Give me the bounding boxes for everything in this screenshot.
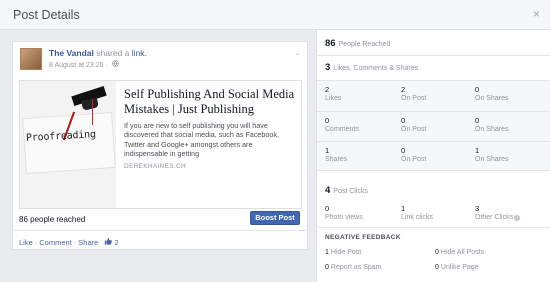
stat-value: 0 [401, 116, 406, 125]
like-link[interactable]: Like [19, 238, 33, 247]
stat-label: On Post [401, 95, 427, 102]
action-separator: · [73, 238, 77, 247]
stats-pane: 86 People Reached 3 Likes, Comments & Shar… [316, 30, 550, 282]
other-clicks-cell: 3 Other Clicks i [475, 204, 521, 222]
attachment-thumbnail[interactable]: Proofreading [20, 81, 116, 208]
chevron-down-icon[interactable]: ⌄ [294, 48, 301, 57]
hide-all-posts-stat: 0 Hide All Posts [435, 249, 484, 256]
graduation-cap-base [81, 97, 99, 111]
likes-on-shares-cell: 0 On Shares [475, 85, 508, 103]
stat-value: 1 [401, 204, 406, 213]
likes-cell: 2 Likes [325, 85, 341, 103]
post-header: The Vandal shared a link. [49, 48, 147, 58]
stat-value: 1 [475, 146, 480, 155]
stat-value: 0 [475, 85, 480, 94]
stat-label: Likes [325, 95, 342, 102]
people-reached-stat: 86 People Reached [325, 38, 390, 49]
shares-cell: 1 Shares [325, 146, 347, 164]
people-reached-text: 86 people reached [19, 215, 86, 224]
report-spam-stat: 0 Report as Spam [325, 264, 382, 271]
shares-on-shares-cell: 1 On Shares [475, 146, 508, 164]
stat-value: 0 [475, 116, 480, 125]
post-preview-pane: The Vandal shared a link. 8 August at 23… [0, 30, 316, 282]
stat-label: Comments [325, 126, 359, 133]
privacy-separator: · [105, 62, 108, 69]
stat-label: Link clicks [401, 214, 433, 221]
stat-label: Hide Post [330, 249, 362, 256]
stat-value: 0 [325, 264, 329, 271]
stat-label: Unlike Page [440, 264, 479, 271]
stat-label: On Post [401, 126, 427, 133]
divider [317, 141, 550, 142]
info-icon[interactable]: i [514, 215, 521, 221]
tassel [92, 99, 93, 125]
engagement-label: Likes, Comments & Shares [333, 65, 419, 72]
stat-label: On Shares [475, 126, 509, 133]
globe-icon [111, 60, 119, 69]
engagement-value: 3 [325, 62, 331, 73]
stat-label: Other Clicks [475, 214, 514, 221]
post-clicks-stat: 4 Post Clicks [325, 185, 368, 196]
divider [317, 111, 550, 112]
boost-post-button[interactable]: Boost Post [250, 211, 300, 225]
stat-label: Report as Spam [330, 264, 382, 271]
stat-value: 3 [475, 204, 480, 213]
like-count[interactable]: 2 [114, 238, 118, 247]
stat-value: 2 [401, 85, 406, 94]
attachment-domain: DEREKHAINES.CH [124, 163, 186, 170]
stat-value: 1 [325, 249, 329, 256]
engagement-breakdown: 2 Likes 2 On Post 0 On Shares 0 Comments 0 On… [317, 80, 550, 171]
stat-value: 2 [325, 85, 330, 94]
stat-value: 0 [325, 204, 330, 213]
share-link[interactable]: Share [78, 238, 98, 247]
stat-value: 0 [435, 249, 439, 256]
stat-value: 0 [435, 264, 439, 271]
post-timestamp[interactable]: 8 August at 23:26 [49, 62, 104, 69]
comment-link[interactable]: Comment [39, 238, 72, 247]
stat-label: Shares [325, 156, 348, 163]
dialog-title: Post Details [13, 8, 80, 22]
stat-label: On Post [401, 156, 427, 163]
author-name[interactable]: The Vandal [49, 48, 94, 58]
link-clicks-cell: 1 Link clicks [401, 204, 433, 222]
engagement-stat: 3 Likes, Comments & Shares [325, 62, 418, 73]
divider [13, 230, 307, 231]
shared-text: shared a [96, 48, 130, 58]
comments-on-post-cell: 0 On Post [401, 116, 426, 134]
shared-link-word[interactable]: link. [132, 48, 147, 58]
dialog-titlebar: Post Details × [0, 0, 550, 30]
comments-cell: 0 Comments [325, 116, 359, 134]
avatar[interactable] [20, 48, 42, 70]
stat-label: On Shares [475, 95, 509, 102]
stat-value: 0 [325, 116, 330, 125]
divider [317, 55, 550, 56]
close-icon[interactable]: × [533, 7, 540, 21]
stat-value: 0 [401, 146, 406, 155]
shares-on-post-cell: 0 On Post [401, 146, 426, 164]
people-reached-label: People Reached [338, 41, 391, 48]
stat-value: 1 [325, 146, 330, 155]
stat-label: Photo views [325, 214, 363, 221]
action-separator: · [34, 238, 38, 247]
likes-on-post-cell: 2 On Post [401, 85, 426, 103]
unlike-page-stat: 0 Unlike Page [435, 264, 479, 271]
hide-post-stat: 1 Hide Post [325, 249, 361, 256]
attachment-description: If you are new to self publishing you wi… [124, 121, 280, 159]
thumbs-up-icon[interactable] [104, 237, 114, 247]
comments-on-shares-cell: 0 On Shares [475, 116, 508, 134]
negative-feedback-title: NEGATIVE FEEDBACK [325, 234, 401, 241]
divider [317, 227, 550, 228]
post-meta: 8 August at 23:26 · [49, 60, 119, 69]
post-actions: Like · Comment · Share 2 [19, 237, 119, 247]
attachment-title[interactable]: Self Publishing And Social Media Mistake… [124, 87, 296, 117]
link-attachment[interactable]: Proofreading Self Publishing And Social … [19, 80, 302, 209]
stat-label: On Shares [475, 156, 509, 163]
post-clicks-label: Post Clicks [333, 188, 368, 195]
people-reached-value: 86 [325, 38, 336, 49]
photo-views-cell: 0 Photo views [325, 204, 363, 222]
post-card: The Vandal shared a link. 8 August at 23… [12, 41, 308, 250]
post-clicks-value: 4 [325, 185, 331, 196]
stat-label: Hide All Posts [440, 249, 485, 256]
